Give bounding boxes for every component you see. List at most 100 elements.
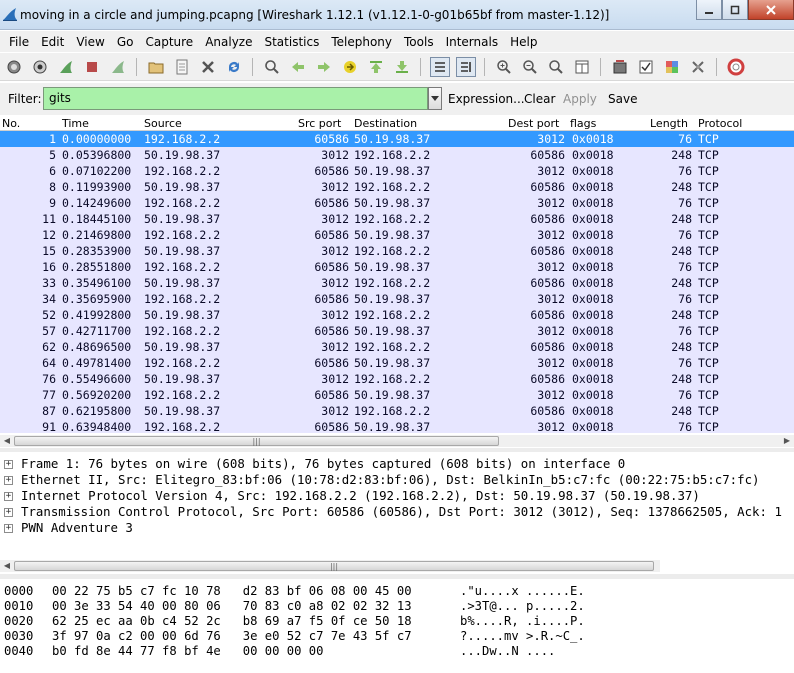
detail-row-ethernet[interactable]: + Ethernet II, Src: Elitegro_83:bf:06 (1…	[0, 472, 794, 488]
find-icon[interactable]	[262, 57, 282, 77]
table-row[interactable]: 76 0.55496600 50.19.98.37 3012 192.168.2.2 60…	[0, 371, 794, 387]
restart-capture-icon[interactable]	[108, 57, 128, 77]
interface-list-icon[interactable]	[4, 57, 24, 77]
column-header-protocol[interactable]: Protocol	[698, 117, 742, 130]
expand-icon[interactable]: +	[4, 476, 13, 485]
zoom-normal-icon[interactable]	[546, 57, 566, 77]
column-header-no[interactable]: No.	[2, 117, 20, 130]
cell-source: 192.168.2.2	[144, 420, 221, 433]
expand-icon[interactable]: +	[4, 460, 13, 469]
go-back-icon[interactable]	[288, 57, 308, 77]
autoscroll-icon[interactable]	[456, 57, 476, 77]
menu-help[interactable]: Help	[504, 33, 543, 51]
details-hscrollbar[interactable]: ◀ |||	[0, 560, 660, 572]
table-row[interactable]: 8 0.11993900 50.19.98.37 3012 192.168.2.2 605…	[0, 179, 794, 195]
menu-statistics[interactable]: Statistics	[258, 33, 325, 51]
detail-row-frame[interactable]: + Frame 1: 76 bytes on wire (608 bits), …	[0, 456, 794, 472]
menu-analyze[interactable]: Analyze	[199, 33, 258, 51]
apply-button[interactable]: Apply	[563, 92, 597, 106]
table-row[interactable]: 1 0.00000000 192.168.2.2 60586 50.19.98.37 30…	[0, 131, 794, 147]
coloring-rules-icon[interactable]	[662, 57, 682, 77]
menu-internals[interactable]: Internals	[440, 33, 505, 51]
column-header-source[interactable]: Source	[144, 117, 182, 130]
column-header-destination[interactable]: Destination	[354, 117, 417, 130]
menu-file[interactable]: File	[3, 33, 35, 51]
chevron-down-icon	[431, 95, 439, 101]
go-to-packet-icon[interactable]	[340, 57, 360, 77]
menu-edit[interactable]: Edit	[35, 33, 70, 51]
expand-icon[interactable]: +	[4, 492, 13, 501]
menu-view[interactable]: View	[70, 33, 110, 51]
table-row[interactable]: 64 0.49781400 192.168.2.2 60586 50.19.98.37 3…	[0, 355, 794, 371]
cell-dstport: 60586	[530, 180, 565, 194]
detail-row-pwn[interactable]: + PWN Adventure 3	[0, 520, 794, 536]
table-row[interactable]: 91 0.63948400 192.168.2.2 60586 50.19.98.37 3…	[0, 419, 794, 433]
cell-time: 0.14249600	[62, 196, 132, 210]
clear-button[interactable]: Clear	[524, 92, 555, 106]
column-header-dstport[interactable]: Dest port	[508, 117, 559, 130]
colorize-icon[interactable]	[430, 57, 450, 77]
cell-source: 50.19.98.37	[144, 276, 221, 290]
preferences-icon[interactable]	[688, 57, 708, 77]
minimize-button[interactable]	[696, 0, 722, 20]
column-header-srcport[interactable]: Src port	[298, 117, 341, 130]
table-row[interactable]: 15 0.28353900 50.19.98.37 3012 192.168.2.2 60…	[0, 243, 794, 259]
table-row[interactable]: 12 0.21469800 192.168.2.2 60586 50.19.98.37 3…	[0, 227, 794, 243]
resize-columns-icon[interactable]	[572, 57, 592, 77]
table-row[interactable]: 52 0.41992800 50.19.98.37 3012 192.168.2.2 60…	[0, 307, 794, 323]
close-window-button[interactable]	[748, 0, 794, 20]
table-row[interactable]: 5 0.05396800 50.19.98.37 3012 192.168.2.2 605…	[0, 147, 794, 163]
packet-list-hscroll-thumb[interactable]: |||	[14, 436, 499, 446]
column-header-flags[interactable]: flags	[570, 117, 596, 130]
column-header-length[interactable]: Length	[650, 117, 688, 130]
cell-dstport: 60586	[530, 308, 565, 322]
zoom-out-icon[interactable]	[520, 57, 540, 77]
table-row[interactable]: 87 0.62195800 50.19.98.37 3012 192.168.2.2 60…	[0, 403, 794, 419]
detail-row-tcp[interactable]: + Transmission Control Protocol, Src Por…	[0, 504, 794, 520]
table-row[interactable]: 34 0.35695900 192.168.2.2 60586 50.19.98.37 3…	[0, 291, 794, 307]
details-hscroll-thumb[interactable]: |||	[14, 561, 654, 571]
table-row[interactable]: 62 0.48696500 50.19.98.37 3012 192.168.2.2 60…	[0, 339, 794, 355]
go-first-icon[interactable]	[366, 57, 386, 77]
display-filters-icon[interactable]	[636, 57, 656, 77]
go-last-icon[interactable]	[392, 57, 412, 77]
scroll-right-icon[interactable]: ▶	[782, 436, 792, 446]
stop-capture-icon[interactable]	[82, 57, 102, 77]
expand-icon[interactable]: +	[4, 524, 13, 533]
menu-go[interactable]: Go	[111, 33, 140, 51]
scroll-left-icon[interactable]: ◀	[2, 436, 12, 446]
go-forward-icon[interactable]	[314, 57, 334, 77]
help-icon[interactable]	[726, 57, 746, 77]
table-row[interactable]: 16 0.28551800 192.168.2.2 60586 50.19.98.37 3…	[0, 259, 794, 275]
maximize-button[interactable]	[722, 0, 748, 20]
expand-icon[interactable]: +	[4, 508, 13, 517]
table-row[interactable]: 11 0.18445100 50.19.98.37 3012 192.168.2.2 60…	[0, 211, 794, 227]
table-row[interactable]: 33 0.35496100 50.19.98.37 3012 192.168.2.2 60…	[0, 275, 794, 291]
column-header-time[interactable]: Time	[62, 117, 89, 130]
scroll-left-icon[interactable]: ◀	[2, 561, 12, 571]
capture-filters-icon[interactable]	[610, 57, 630, 77]
reload-icon[interactable]	[224, 57, 244, 77]
display-filter-input[interactable]: gits	[43, 87, 428, 110]
close-file-icon[interactable]	[198, 57, 218, 77]
save-file-icon[interactable]	[172, 57, 192, 77]
table-row[interactable]: 9 0.14249600 192.168.2.2 60586 50.19.98.37 30…	[0, 195, 794, 211]
detail-row-ip[interactable]: + Internet Protocol Version 4, Src: 192.…	[0, 488, 794, 504]
zoom-in-icon[interactable]	[494, 57, 514, 77]
start-capture-icon[interactable]	[56, 57, 76, 77]
filter-dropdown-button[interactable]	[428, 87, 442, 110]
menu-tools[interactable]: Tools	[398, 33, 440, 51]
menu-capture[interactable]: Capture	[139, 33, 199, 51]
menu-telephony[interactable]: Telephony	[325, 33, 398, 51]
pane-divider[interactable]	[0, 574, 794, 579]
expression-button[interactable]: Expression...	[448, 92, 525, 106]
table-row[interactable]: 77 0.56920200 192.168.2.2 60586 50.19.98.37 3…	[0, 387, 794, 403]
packet-list-hscrollbar[interactable]: ◀ ||| ▶	[0, 435, 794, 447]
cell-time: 0.42711700	[62, 324, 132, 338]
table-row[interactable]: 57 0.42711700 192.168.2.2 60586 50.19.98.37 3…	[0, 323, 794, 339]
maximize-icon	[730, 5, 740, 14]
table-row[interactable]: 6 0.07102200 192.168.2.2 60586 50.19.98.37 30…	[0, 163, 794, 179]
capture-options-icon[interactable]	[30, 57, 50, 77]
open-file-icon[interactable]	[146, 57, 166, 77]
save-filter-button[interactable]: Save	[608, 92, 637, 106]
